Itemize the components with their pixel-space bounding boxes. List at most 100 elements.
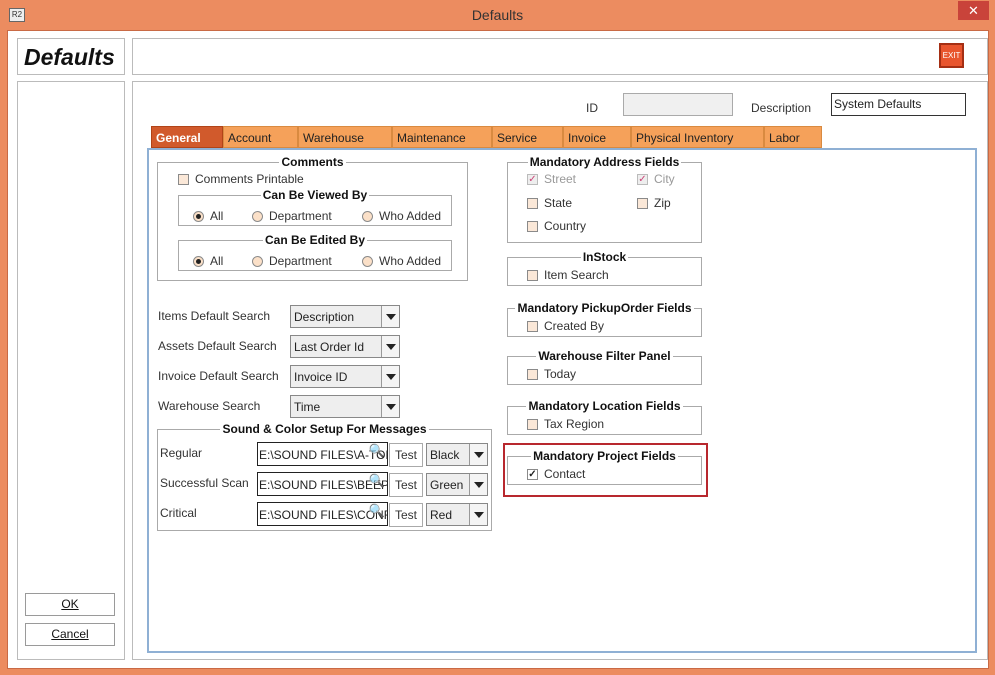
warehouse-search-select[interactable]: Time: [290, 395, 400, 418]
id-label: ID: [586, 101, 598, 115]
checkbox-label: Zip: [654, 196, 671, 210]
edited-by-department-radio[interactable]: Department: [252, 254, 332, 268]
checkbox-label: Item Search: [544, 268, 609, 282]
invoice-search-select[interactable]: Invoice ID: [290, 365, 400, 388]
checkbox-label: Street: [544, 172, 577, 186]
search-icon[interactable]: 🔍: [369, 473, 385, 489]
successful-scan-test-button[interactable]: Test: [389, 473, 423, 497]
radio-dot: [252, 210, 263, 222]
successful-scan-sound-path[interactable]: E:\SOUND FILES\BEEP 🔍: [257, 472, 388, 496]
close-button[interactable]: ✕: [958, 1, 989, 20]
chevron-down-icon[interactable]: [469, 474, 487, 495]
sound-color-title: Sound & Color Setup For Messages: [222, 422, 427, 436]
today-checkbox[interactable]: Today: [527, 367, 576, 381]
select-value: Invoice ID: [294, 370, 348, 384]
radio-label: Who Added: [379, 209, 442, 223]
invoice-search-label: Invoice Default Search: [158, 369, 279, 383]
critical-test-button[interactable]: Test: [389, 503, 423, 527]
edited-by-all-radio[interactable]: All: [193, 254, 223, 268]
tab-general[interactable]: General: [151, 126, 223, 148]
assets-search-select[interactable]: Last Order Id: [290, 335, 400, 358]
checkbox-box: ✓: [527, 468, 538, 480]
search-icon[interactable]: 🔍: [369, 503, 385, 519]
chevron-down-icon[interactable]: [381, 396, 399, 417]
select-value: Green: [430, 478, 464, 492]
successful-scan-color-select[interactable]: Green: [426, 473, 488, 496]
radio-dot: [193, 255, 204, 267]
street-checkbox: ✓ Street: [527, 172, 576, 186]
comments-title: Comments: [281, 155, 344, 169]
radio-label: Who Added: [379, 254, 442, 268]
regular-sound-path[interactable]: E:\SOUND FILES\A-TON 🔍: [257, 442, 388, 466]
critical-color-select[interactable]: Red: [426, 503, 488, 526]
comments-printable-checkbox[interactable]: Comments Printable: [178, 172, 304, 186]
select-value: Last Order Id: [294, 340, 365, 354]
app-window: R2 Defaults ✕ Defaults EXIT OK Cancel ID…: [0, 0, 995, 675]
chevron-down-icon[interactable]: [469, 504, 487, 525]
items-search-select[interactable]: Description: [290, 305, 400, 328]
contact-checkbox[interactable]: ✓ Contact: [527, 467, 585, 481]
regular-label: Regular: [160, 446, 203, 460]
created-by-checkbox[interactable]: Created By: [527, 319, 604, 333]
select-value: Description: [294, 310, 355, 324]
header-title-box: Defaults: [17, 38, 125, 75]
viewed-by-all-radio[interactable]: All: [193, 209, 223, 223]
viewed-by-department-radio[interactable]: Department: [252, 209, 332, 223]
checkbox-box: ✓: [527, 173, 538, 185]
state-checkbox[interactable]: State: [527, 196, 572, 210]
pickup-order-title: Mandatory PickupOrder Fields: [517, 301, 692, 315]
cancel-button[interactable]: Cancel: [25, 623, 115, 646]
viewed-by-title: Can Be Viewed By: [262, 188, 368, 202]
tab-account[interactable]: Account: [223, 126, 298, 148]
radio-label: All: [210, 209, 224, 223]
project-title: Mandatory Project Fields: [533, 449, 676, 463]
tab-warehouse[interactable]: Warehouse: [298, 126, 392, 148]
comments-printable-label: Comments Printable: [195, 172, 304, 186]
tab-labor[interactable]: Labor: [764, 126, 822, 148]
warehouse-search-label: Warehouse Search: [158, 399, 261, 413]
checkbox-box: [527, 220, 538, 232]
tax-region-checkbox[interactable]: Tax Region: [527, 417, 604, 431]
checkbox-box: [637, 197, 648, 209]
main-panel: ID Description System Defaults General A…: [132, 81, 988, 660]
description-field[interactable]: System Defaults: [831, 93, 966, 116]
city-checkbox: ✓ City: [637, 172, 675, 186]
header-toolbar: EXIT: [132, 38, 988, 75]
exit-button[interactable]: EXIT: [939, 43, 964, 68]
tab-maintenance[interactable]: Maintenance: [392, 126, 492, 148]
tab-invoice[interactable]: Invoice: [563, 126, 631, 148]
page-title: Defaults: [24, 44, 115, 70]
chevron-down-icon[interactable]: [381, 306, 399, 327]
select-value: Black: [430, 448, 460, 462]
edited-by-who-added-radio[interactable]: Who Added: [362, 254, 441, 268]
checkbox-label: City: [654, 172, 675, 186]
zip-checkbox[interactable]: Zip: [637, 196, 671, 210]
regular-color-select[interactable]: Black: [426, 443, 488, 466]
client-area: Defaults EXIT OK Cancel ID Description S…: [7, 30, 989, 669]
radio-dot: [193, 210, 204, 222]
search-icon[interactable]: 🔍: [369, 443, 385, 459]
checkbox-label: Contact: [544, 467, 586, 481]
ok-button[interactable]: OK: [25, 593, 115, 616]
tab-physical-inventory[interactable]: Physical Inventory: [631, 126, 764, 148]
chevron-down-icon[interactable]: [469, 444, 487, 465]
tab-service[interactable]: Service: [492, 126, 563, 148]
chevron-down-icon[interactable]: [381, 336, 399, 357]
regular-test-button[interactable]: Test: [389, 443, 423, 467]
description-label: Description: [751, 101, 812, 115]
viewed-by-who-added-radio[interactable]: Who Added: [362, 209, 441, 223]
checkbox-box: ✓: [637, 173, 648, 185]
warehouse-filter-title: Warehouse Filter Panel: [538, 349, 671, 363]
id-field[interactable]: [623, 93, 733, 116]
location-title: Mandatory Location Fields: [528, 399, 681, 413]
radio-label: All: [210, 254, 224, 268]
country-checkbox[interactable]: Country: [527, 219, 586, 233]
radio-dot: [362, 210, 373, 222]
critical-sound-path[interactable]: E:\SOUND FILES\CONF 🔍: [257, 502, 388, 526]
radio-label: Department: [269, 209, 332, 223]
checkbox-label: State: [544, 196, 573, 210]
checkbox-box: [178, 173, 189, 185]
checkbox-label: Created By: [544, 319, 605, 333]
item-search-checkbox[interactable]: Item Search: [527, 268, 609, 282]
chevron-down-icon[interactable]: [381, 366, 399, 387]
